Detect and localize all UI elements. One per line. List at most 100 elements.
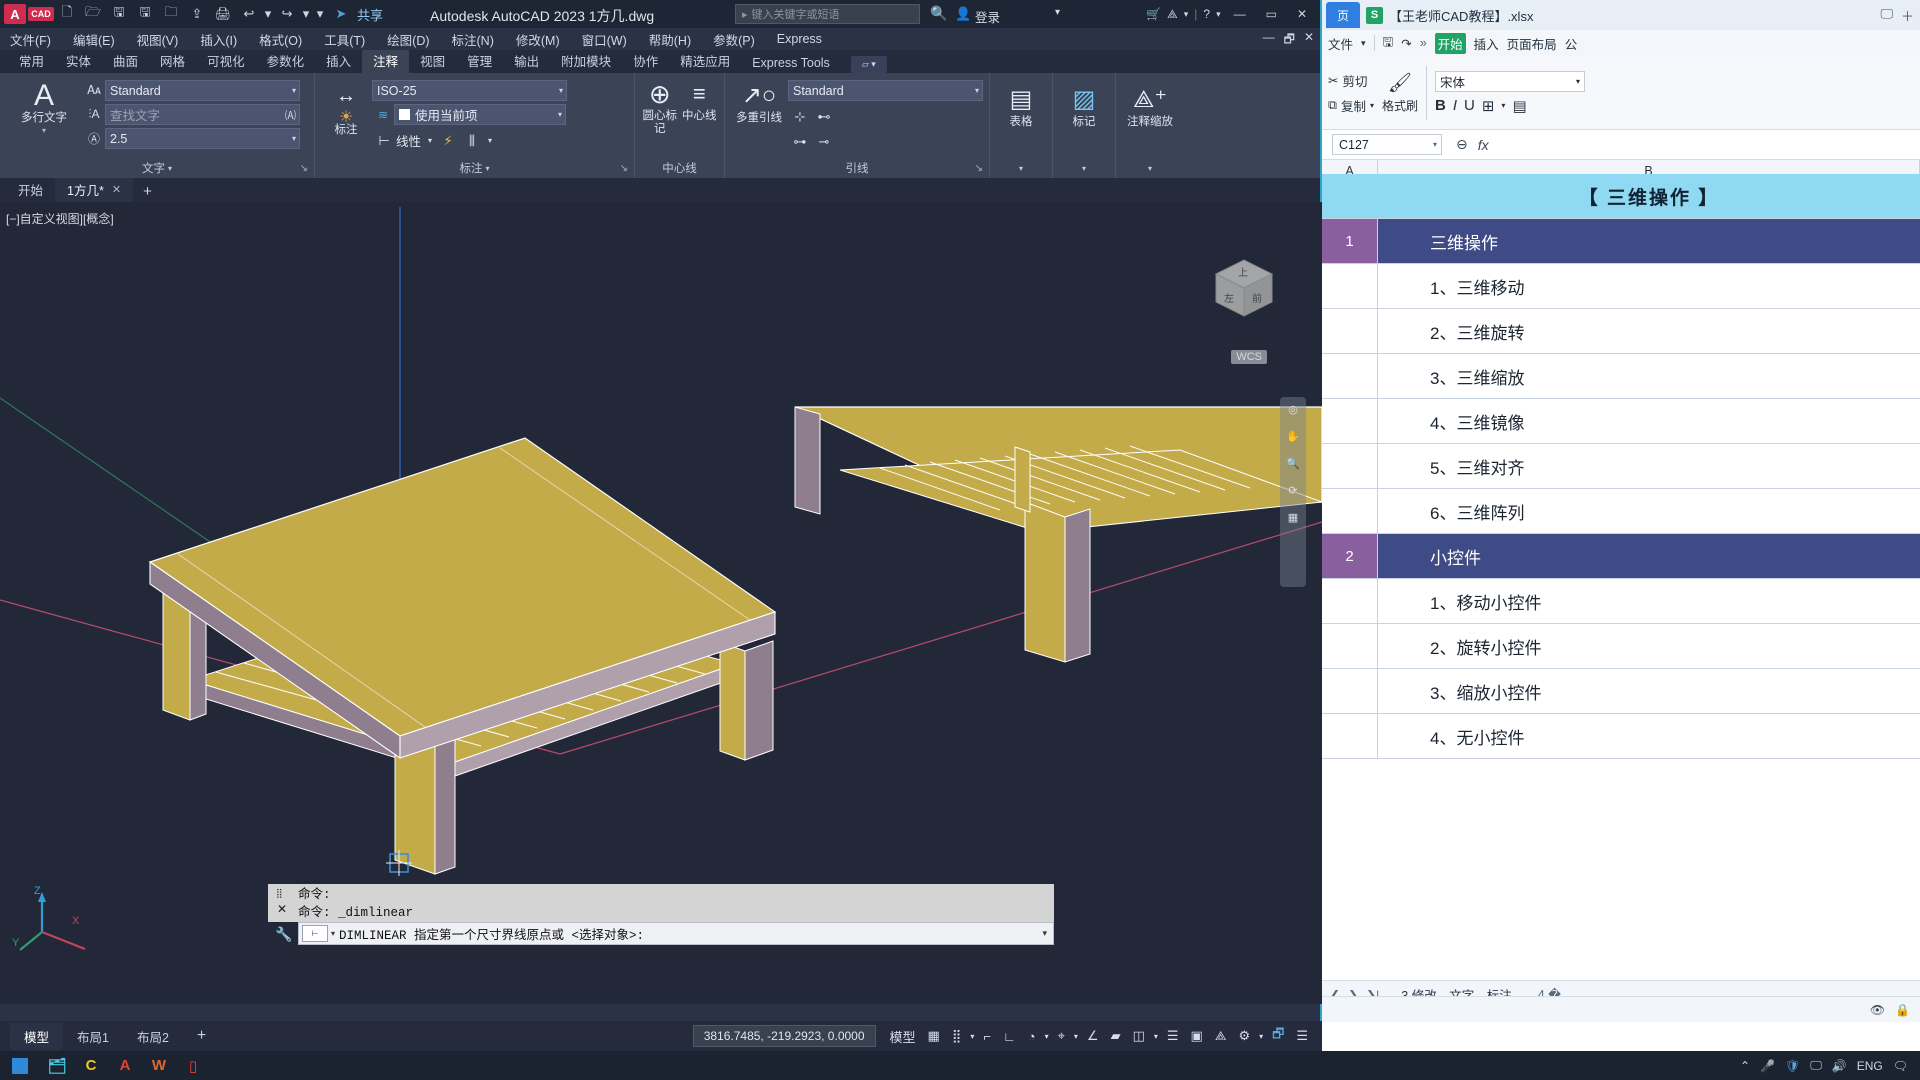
find-text-input[interactable]: 查找文字 🄐 bbox=[105, 104, 300, 125]
menu-item-dimension[interactable]: 标注(N) bbox=[452, 30, 494, 49]
excel-tab-pagelayout[interactable]: 页面布局 bbox=[1507, 34, 1557, 53]
mleader-remove-icon[interactable]: ⊷ bbox=[812, 105, 836, 129]
add-layout-button[interactable]: + bbox=[183, 1023, 220, 1049]
menu-item-format[interactable]: 格式(O) bbox=[259, 30, 302, 49]
ribbon-tab-output[interactable]: 输出 bbox=[503, 49, 550, 73]
cell-item[interactable]: 4、三维镜像 bbox=[1378, 399, 1920, 444]
transparency-icon[interactable]: ◫ bbox=[1127, 1028, 1151, 1044]
chevron-down-icon[interactable]: ▾ bbox=[1501, 101, 1505, 110]
chevron-down-icon[interactable]: ▾ bbox=[1151, 1032, 1161, 1041]
row-header[interactable]: 2 bbox=[1322, 534, 1378, 579]
grid-icon[interactable]: ▦ bbox=[922, 1028, 946, 1044]
chevron-down-icon[interactable]: ▾ bbox=[1433, 140, 1437, 149]
pan-icon[interactable]: ✋ bbox=[1286, 430, 1300, 443]
wcs-label[interactable]: WCS bbox=[1231, 350, 1267, 364]
row-header[interactable] bbox=[1322, 714, 1378, 759]
doc-restore-button[interactable]: 🗗 bbox=[1284, 30, 1295, 51]
row-header[interactable] bbox=[1322, 444, 1378, 489]
menu-item-window[interactable]: 窗口(W) bbox=[582, 30, 627, 49]
ribbon-tab-viewport[interactable]: 视图 bbox=[409, 49, 456, 73]
steering-wheel-icon[interactable]: ◎ bbox=[1288, 403, 1298, 416]
panel-expand-icon[interactable]: ↘ bbox=[300, 163, 308, 174]
chevron-down-icon[interactable]: ▾ bbox=[1082, 164, 1086, 173]
table-row-title[interactable]: 【 三维操作 】 bbox=[1322, 174, 1920, 219]
table-row[interactable]: 4、三维镜像 bbox=[1322, 399, 1920, 444]
account-icon[interactable]: 👤 bbox=[955, 6, 971, 22]
text-height-input[interactable]: 2.5 ▾ bbox=[105, 128, 300, 149]
snap-icon[interactable]: ⣿ bbox=[946, 1028, 968, 1044]
ribbon-tab-manage[interactable]: 管理 bbox=[456, 49, 503, 73]
chevron-down-icon[interactable]: ▾ bbox=[1576, 77, 1580, 86]
table-row[interactable]: 4、无小控件 bbox=[1322, 714, 1920, 759]
help-icon[interactable]: ? bbox=[1203, 7, 1210, 21]
help-chevron-icon[interactable]: ▾ bbox=[1216, 9, 1221, 20]
excel-menu-file[interactable]: 文件 bbox=[1328, 34, 1353, 53]
cell-item[interactable]: 4、无小控件 bbox=[1378, 714, 1920, 759]
minimize-button[interactable]: ― bbox=[1227, 7, 1253, 21]
command-close-icon[interactable]: ✕ bbox=[277, 902, 287, 916]
autodesk-chevron-icon[interactable]: ▾ bbox=[1184, 9, 1189, 20]
mleader-add-icon[interactable]: ⊹ bbox=[788, 105, 812, 129]
cell-item[interactable]: 2、旋转小控件 bbox=[1378, 624, 1920, 669]
zoom-out-icon[interactable]: ⊖ bbox=[1456, 136, 1468, 153]
notification-icon[interactable]: 🗨 bbox=[1893, 1059, 1908, 1073]
excel-save-icon[interactable]: 🖫 bbox=[1383, 33, 1394, 54]
selection-cycling-icon[interactable]: ☰ bbox=[1161, 1028, 1185, 1044]
table-row-section-2[interactable]: 2 小控件 bbox=[1322, 534, 1920, 579]
ribbon-tab-annotate[interactable]: 注释 bbox=[362, 49, 410, 73]
chevron-down-icon[interactable]: ▾ bbox=[168, 164, 172, 173]
excel-home-tab[interactable]: 页 bbox=[1326, 2, 1360, 28]
menu-item-tools[interactable]: 工具(T) bbox=[324, 30, 365, 49]
save-as-icon[interactable]: 🖫 bbox=[133, 3, 157, 25]
panel-expand-icon[interactable]: ↘ bbox=[975, 163, 983, 174]
menu-item-modify[interactable]: 修改(M) bbox=[516, 30, 560, 49]
row-header[interactable] bbox=[1322, 354, 1378, 399]
mleader-align-icon[interactable]: ⊶ bbox=[788, 130, 812, 154]
menu-item-parametric[interactable]: 参数(P) bbox=[713, 30, 755, 49]
quick-dim-icon[interactable]: ⚡ bbox=[436, 129, 460, 153]
open-icon[interactable]: 🗁 bbox=[81, 3, 105, 25]
ribbon-tab-collaborate[interactable]: 协作 bbox=[622, 49, 669, 73]
dim-layer-select[interactable]: 使用当前项 ▾ bbox=[394, 104, 566, 125]
menu-item-insert[interactable]: 插入(I) bbox=[200, 30, 237, 49]
view-cube[interactable]: 上 左 前 bbox=[1208, 250, 1280, 322]
table-row[interactable]: 3、缩放小控件 bbox=[1322, 669, 1920, 714]
table-row[interactable]: 2、三维旋转 bbox=[1322, 309, 1920, 354]
chevron-down-icon[interactable]: ▾ bbox=[42, 126, 46, 135]
eye-icon[interactable]: 👁 bbox=[1870, 1003, 1885, 1017]
doc-minimize-button[interactable]: ― bbox=[1263, 30, 1275, 51]
otrack-icon[interactable]: ∠ bbox=[1081, 1028, 1105, 1044]
cart-icon[interactable]: 🛒 bbox=[1146, 7, 1161, 21]
cell-item[interactable]: 5、三维对齐 bbox=[1378, 444, 1920, 489]
command-window[interactable]: ⣿ ✕ 命令: 命令: _dimlinear 🔧 ⊢ ▾ DIMLINEAR 指… bbox=[268, 884, 1054, 945]
excel-underline-button[interactable]: U bbox=[1464, 97, 1475, 114]
chevron-down-icon[interactable]: ▾ bbox=[1042, 1032, 1052, 1041]
menu-item-express[interactable]: Express bbox=[777, 32, 822, 46]
drag-grip-icon[interactable]: ⣿ bbox=[276, 888, 284, 899]
excel-borders-icon[interactable]: ⊞ bbox=[1482, 97, 1495, 115]
zoom-icon[interactable]: 🔍 bbox=[1286, 457, 1300, 470]
signin-label[interactable]: 登录 bbox=[975, 7, 1000, 26]
share-plane-icon[interactable]: ➤ bbox=[329, 3, 353, 25]
menu-item-draw[interactable]: 绘图(D) bbox=[387, 30, 429, 49]
excel-overflow-icon[interactable]: » bbox=[1420, 36, 1427, 50]
dim-continue-icon[interactable]: ⫼ bbox=[460, 129, 484, 153]
panel-expand-icon[interactable]: ↘ bbox=[620, 163, 628, 174]
menu-item-file[interactable]: 文件(F) bbox=[10, 30, 51, 49]
cell-section-label[interactable]: 小控件 bbox=[1378, 534, 1920, 579]
search-input[interactable]: ▸ 键入关键字或短语 bbox=[735, 4, 920, 24]
file-tab-drawing[interactable]: 1方几* ✕ bbox=[55, 177, 134, 202]
signin-chevron-icon[interactable]: ▾ bbox=[1055, 7, 1060, 18]
mleader-collect-icon[interactable]: ⊸ bbox=[812, 130, 836, 154]
cell-section-label[interactable]: 三维操作 bbox=[1378, 219, 1920, 264]
row-header[interactable] bbox=[1322, 579, 1378, 624]
language-indicator[interactable]: ENG bbox=[1857, 1059, 1883, 1073]
menu-item-help[interactable]: 帮助(H) bbox=[649, 30, 691, 49]
annotation-scale-icon[interactable]: ⟁ bbox=[1209, 1028, 1233, 1044]
lock-icon[interactable]: 🔒 bbox=[1895, 1003, 1910, 1017]
excel-grid[interactable]: 【 三维操作 】 1 三维操作 1、三维移动 2、三维旋转 3、三维缩放 4、三… bbox=[1322, 174, 1920, 979]
text-style-select[interactable]: Standard ▾ bbox=[105, 80, 300, 101]
volume-icon[interactable]: 🔊 bbox=[1832, 1059, 1847, 1073]
menu-item-view[interactable]: 视图(V) bbox=[137, 30, 179, 49]
taskbar-app-explorer[interactable]: 🗂 bbox=[40, 1051, 74, 1080]
